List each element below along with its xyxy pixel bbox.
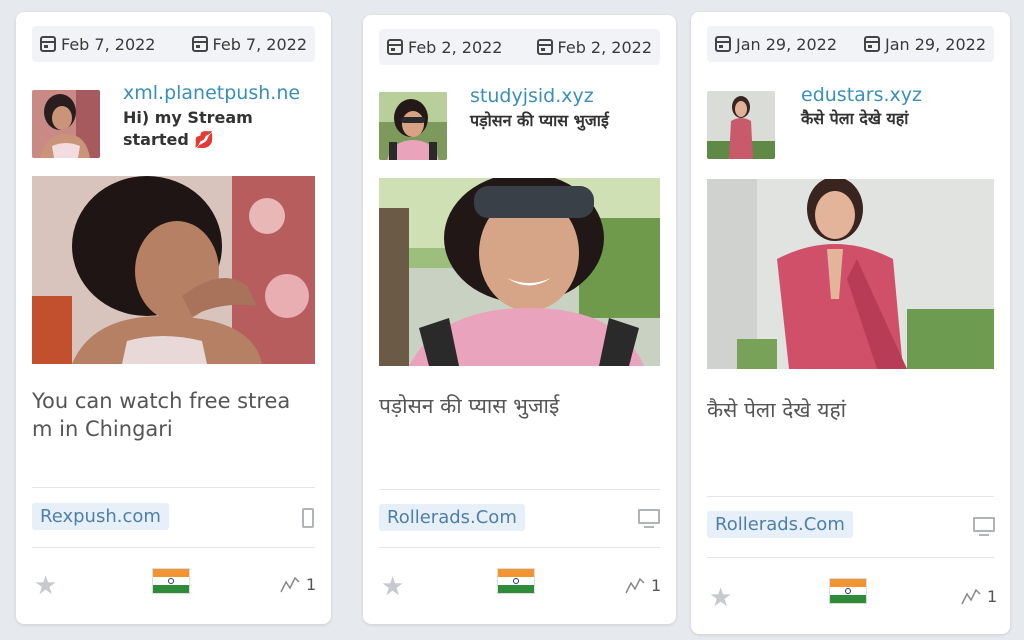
divider	[379, 547, 660, 548]
calendar-icon	[40, 36, 56, 52]
desktop-device-icon	[973, 517, 995, 537]
ad-network-badge[interactable]: Rollerads.Com	[379, 504, 525, 531]
date-row: Feb 7, 2022 Feb 7, 2022	[32, 26, 315, 62]
advertiser-domain[interactable]: xml.planetpush.ne	[123, 82, 319, 104]
ad-icon-thumbnail	[379, 92, 447, 160]
trend-icon	[961, 588, 981, 604]
divider	[707, 557, 994, 558]
ad-description: You can watch free strea m in Chingari	[32, 389, 291, 441]
last-seen-text: Jan 29, 2022	[885, 34, 986, 54]
last-seen-date: Jan 29, 2022	[864, 35, 986, 54]
last-seen-date: Feb 7, 2022	[191, 34, 307, 54]
ad-network-badge[interactable]: Rollerads.Com	[707, 511, 853, 538]
first-seen-date: Jan 29, 2022	[715, 35, 837, 54]
calendar-icon	[191, 36, 208, 52]
ad-heading: कैसे पेला देखे यहां	[801, 109, 909, 128]
last-seen-date: Feb 2, 2022	[536, 37, 652, 57]
occurrence-count: 1	[625, 576, 661, 595]
india-flag-icon	[829, 578, 867, 604]
divider	[32, 547, 315, 548]
ad-heading: Hi) my Stream started 💋	[123, 107, 313, 151]
mobile-device-icon	[302, 508, 314, 528]
ad-card[interactable]: Jan 29, 2022 Jan 29, 2022 edustars.xyz क…	[691, 12, 1010, 634]
india-flag-icon	[497, 568, 535, 594]
count-text: 1	[651, 576, 662, 595]
ad-card[interactable]: Feb 2, 2022 Feb 2, 2022 studyjsid.xyz पड…	[363, 15, 676, 624]
ad-creative-image[interactable]	[707, 179, 994, 369]
advertiser-domain[interactable]: studyjsid.xyz	[470, 85, 666, 107]
last-seen-text: Feb 2, 2022	[557, 37, 652, 57]
ad-description: कैसे पेला देखे यहां	[707, 398, 847, 422]
occurrence-count: 1	[961, 587, 997, 606]
divider	[379, 489, 660, 490]
date-row: Jan 29, 2022 Jan 29, 2022	[707, 26, 994, 62]
divider	[707, 496, 994, 497]
calendar-icon	[715, 36, 731, 52]
calendar-icon	[536, 39, 553, 55]
ad-icon-thumbnail	[32, 90, 100, 158]
favorite-star-icon[interactable]: ★	[381, 574, 404, 600]
favorite-star-icon[interactable]: ★	[709, 585, 732, 611]
count-text: 1	[306, 575, 317, 594]
date-row: Feb 2, 2022 Feb 2, 2022	[379, 29, 660, 65]
ad-heading-line2: started	[123, 130, 189, 149]
calendar-icon	[864, 36, 880, 52]
ad-creative-image[interactable]	[32, 176, 315, 364]
first-seen-date: Feb 2, 2022	[387, 38, 502, 57]
first-seen-text: Jan 29, 2022	[736, 34, 837, 54]
ad-heading: पड़ोसन की प्यास भुजाई	[470, 111, 609, 130]
desktop-device-icon	[638, 509, 660, 529]
first-seen-date: Feb 7, 2022	[40, 35, 155, 54]
occurrence-count: 1	[280, 575, 316, 594]
count-text: 1	[987, 587, 998, 606]
kiss-emoji: 💋	[194, 130, 215, 149]
ad-icon-thumbnail	[707, 91, 775, 159]
ad-network-badge[interactable]: Rexpush.com	[32, 503, 169, 530]
divider	[32, 487, 315, 488]
india-flag-icon	[152, 568, 190, 594]
calendar-icon	[387, 39, 403, 55]
last-seen-text: Feb 7, 2022	[212, 34, 307, 54]
first-seen-text: Feb 2, 2022	[408, 37, 503, 57]
ad-heading-line1: Hi) my Stream	[123, 108, 253, 127]
favorite-star-icon[interactable]: ★	[34, 573, 57, 599]
trend-icon	[625, 577, 645, 593]
first-seen-text: Feb 7, 2022	[61, 34, 156, 54]
trend-icon	[280, 576, 300, 592]
ad-description: पड़ोसन की प्यास भुजाई	[379, 394, 560, 418]
advertiser-domain[interactable]: edustars.xyz	[801, 84, 997, 106]
ad-creative-image[interactable]	[379, 178, 660, 366]
ad-card[interactable]: Feb 7, 2022 Feb 7, 2022 xml.planetpush.n…	[16, 12, 331, 624]
